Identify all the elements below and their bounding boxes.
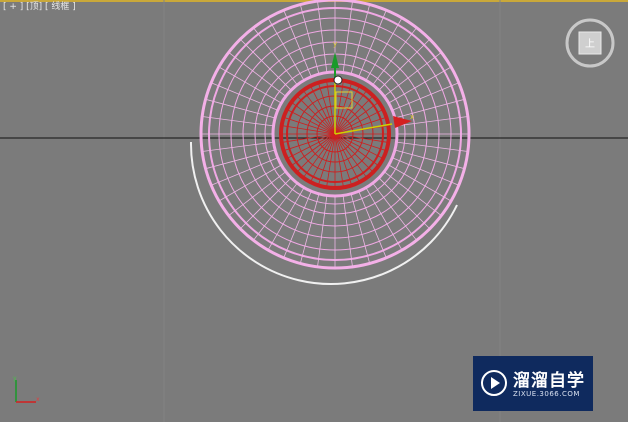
wireframe-edge [299, 4, 320, 75]
wireframe-edge [317, 133, 336, 186]
wireframe-edge [239, 38, 292, 91]
wireframe-edge [283, 133, 336, 152]
viewcube[interactable]: 上 [564, 17, 616, 69]
wireframe-edge [299, 193, 320, 264]
wireframe-edge [211, 82, 278, 111]
wireframe-edge [205, 98, 276, 119]
wireframe-edge [394, 98, 465, 119]
axis-tripod-icon: y x [13, 375, 40, 403]
watermark-url: ZIXUE.3066.COM [513, 390, 580, 398]
wireframe-edge [350, 4, 371, 75]
wireframe-edge [396, 141, 468, 152]
viewcube-face-label: 上 [585, 38, 595, 50]
wireframe-edge [358, 10, 387, 77]
wireframe-edge [317, 82, 336, 135]
watermark-logo: 溜溜自学 ZIXUE.3066.COM [473, 356, 593, 411]
wireframe-edge [211, 157, 278, 186]
wireframe-edge [350, 193, 371, 264]
wireframe-edge [334, 133, 387, 152]
wireframe-edge [378, 177, 431, 230]
gizmo-x-label: x [410, 113, 414, 121]
gizmo-y-label: y [333, 40, 337, 48]
wireframe-edge [205, 149, 276, 170]
wireframe-edge [283, 10, 312, 77]
wireframe-edge [202, 116, 274, 127]
cursor-icon [333, 75, 343, 85]
wireframe-edge [283, 191, 312, 258]
wireframe-edge [378, 38, 431, 91]
viewport-top[interactable]: y x [ + ] [顶] [ 线框 ] 上 y x 溜溜自学 ZIXUE.30… [0, 0, 628, 422]
wireframe-edge [317, 1, 328, 73]
wireframe-edge [334, 133, 353, 186]
wireframe-edge [239, 177, 292, 230]
wireframe-edge [392, 157, 459, 186]
wireframe-edge [283, 116, 336, 135]
wireframe-edge [317, 195, 328, 267]
wireframe-edge [394, 149, 465, 170]
wireframe-edge [358, 191, 387, 258]
watermark-title: 溜溜自学 [513, 371, 585, 391]
wireframe-edge [342, 1, 353, 73]
svg-text:x: x [36, 396, 40, 403]
wireframe-edge [392, 82, 459, 111]
wireframe-edge [342, 195, 353, 267]
wireframe-edge [202, 141, 274, 152]
svg-text:y: y [13, 375, 17, 382]
play-logo-icon [481, 370, 507, 396]
viewport-label[interactable]: [ + ] [顶] [ 线框 ] [3, 2, 76, 13]
